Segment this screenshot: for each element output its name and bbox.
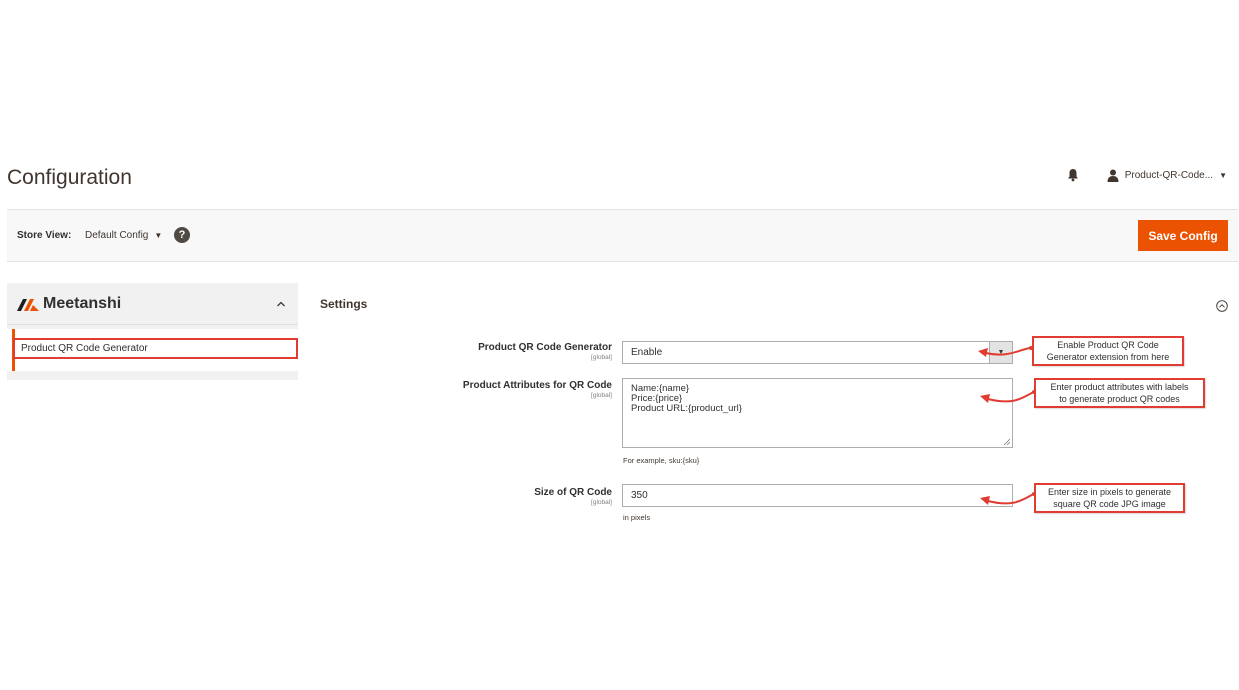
generator-select[interactable]: Enable ▼	[622, 341, 1013, 364]
callout-line: Generator extension from here	[1046, 352, 1170, 362]
store-view-label: Store View:	[17, 230, 72, 241]
attributes-textarea[interactable]: Name:{name} Price:{price} Product URL:{p…	[622, 378, 1013, 448]
save-config-button[interactable]: Save Config	[1138, 220, 1228, 251]
store-view-value: Default Config	[85, 230, 149, 241]
sidebar-items: Product QR Code Generator	[7, 329, 298, 371]
callout-line: to generate product QR codes	[1059, 394, 1180, 404]
generator-select-value: Enable	[631, 347, 663, 358]
size-input[interactable]: 350	[622, 484, 1013, 507]
attributes-note: For example, sku:{sku}	[623, 456, 700, 465]
sidebar-item-product-qr-code-generator[interactable]: Product QR Code Generator	[13, 338, 298, 359]
attributes-textarea-value: Name:{name} Price:{price} Product URL:{p…	[631, 383, 742, 414]
size-label: Size of QR Code	[534, 487, 612, 498]
user-name: Product-QR-Code...	[1124, 169, 1214, 181]
chevron-down-icon: ▼	[154, 231, 163, 240]
question-icon[interactable]: ?	[174, 227, 190, 243]
scope-switcher-bar: Store View: Default Config ▼ ? Save Conf…	[7, 209, 1238, 262]
callout-arrow-icon	[978, 346, 1033, 357]
config-sidebar: Meetanshi Product QR Code Generator	[7, 283, 298, 380]
size-input-value: 350	[631, 490, 648, 501]
size-note: in pixels	[623, 513, 651, 522]
header-actions: Product-QR-Code... ▼	[1067, 166, 1227, 184]
callout-line: Enter product attributes with labels	[1050, 382, 1189, 392]
section-title[interactable]: Settings	[320, 297, 367, 311]
attributes-callout: Enter product attributes with labels to …	[1034, 378, 1205, 408]
size-callout: Enter size in pixels to generate square …	[1034, 483, 1185, 513]
user-account-button[interactable]: Product-QR-Code... ▼	[1107, 169, 1227, 182]
chevron-down-icon: ▼	[1219, 170, 1227, 180]
callout-line: Enter size in pixels to generate	[1047, 487, 1172, 497]
resize-handle-icon[interactable]	[1003, 438, 1011, 446]
generator-scope: [global]	[591, 354, 612, 361]
collapse-circle-icon[interactable]	[1216, 299, 1228, 312]
callout-arrow-icon	[980, 492, 1036, 505]
page-title: Configuration	[7, 166, 132, 189]
store-view-switcher[interactable]: Default Config ▼	[85, 230, 162, 241]
generator-label: Product QR Code Generator	[478, 342, 612, 353]
user-icon	[1107, 169, 1119, 182]
bell-icon[interactable]	[1067, 168, 1079, 182]
chevron-up-icon[interactable]	[276, 296, 286, 307]
size-scope: [global]	[591, 499, 612, 506]
attributes-label: Product Attributes for QR Code	[462, 380, 612, 391]
generator-callout: Enable Product QR Code Generator extensi…	[1032, 336, 1184, 366]
meetanshi-logo-icon	[17, 298, 39, 311]
callout-arrow-icon	[980, 390, 1036, 403]
callout-line: square QR code JPG image	[1053, 499, 1166, 509]
attributes-scope: [global]	[591, 392, 612, 399]
sidebar-tab-meetanshi[interactable]: Meetanshi	[7, 283, 298, 325]
callout-line: Enable Product QR Code	[1057, 340, 1159, 350]
sidebar-brand-title: Meetanshi	[43, 294, 122, 312]
